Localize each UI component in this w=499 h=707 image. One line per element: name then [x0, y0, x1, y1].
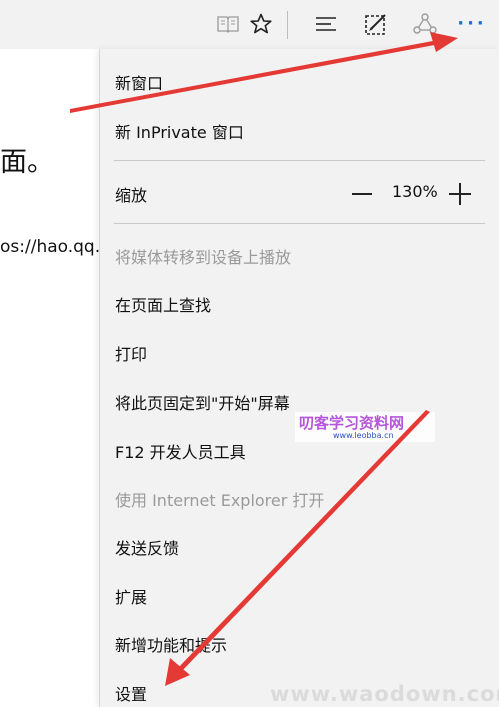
- browser-toolbar: ···: [0, 0, 499, 49]
- page-heading-fragment: 面。: [0, 147, 54, 178]
- more-actions-menu: 新窗口 新 InPrivate 窗口 缩放 130% 将媒体转移到设备上播放 在…: [99, 49, 499, 707]
- web-note-icon[interactable]: [360, 8, 392, 40]
- more-icon: ···: [457, 13, 487, 34]
- menu-item-cast-media: 将媒体转移到设备上播放: [115, 248, 292, 267]
- watermark-main-text: 叨客学习资料网: [299, 414, 405, 432]
- zoom-in-button[interactable]: [449, 183, 471, 205]
- menu-item-find-on-page[interactable]: 在页面上查找: [115, 292, 211, 316]
- menu-divider: [114, 160, 485, 161]
- favorite-star-icon[interactable]: [245, 8, 277, 40]
- toolbar-separator: [287, 11, 288, 39]
- menu-item-pin-to-start[interactable]: 将此页固定到"开始"屏幕: [115, 390, 290, 414]
- hub-icon[interactable]: [310, 8, 342, 40]
- more-button[interactable]: ···: [456, 8, 488, 40]
- menu-item-whats-new[interactable]: 新增功能和提示: [115, 632, 227, 656]
- watermark-url-text: www.leobba.cn: [333, 431, 394, 440]
- menu-item-f12-developer-tools[interactable]: F12 开发人员工具: [115, 439, 246, 463]
- menu-item-open-with-ie: 使用 Internet Explorer 打开: [115, 491, 325, 510]
- watermark-bottom-text: www.waodown.com: [270, 682, 499, 706]
- watermark-badge: 叨客学习资料网 www.leobba.cn: [295, 412, 435, 442]
- page-url-fragment: os://hao.qq.c: [0, 237, 110, 257]
- zoom-level: 130%: [392, 182, 438, 201]
- zoom-out-button[interactable]: [352, 193, 372, 195]
- menu-item-settings[interactable]: 设置: [115, 681, 147, 705]
- menu-item-new-window[interactable]: 新窗口: [115, 70, 163, 94]
- share-icon[interactable]: [409, 8, 441, 40]
- menu-divider: [114, 223, 485, 224]
- reading-view-icon[interactable]: [212, 8, 244, 40]
- menu-item-new-inprivate-window[interactable]: 新 InPrivate 窗口: [115, 119, 244, 143]
- menu-item-print[interactable]: 打印: [115, 341, 147, 365]
- menu-item-extensions[interactable]: 扩展: [115, 584, 147, 608]
- zoom-label: 缩放: [115, 186, 148, 205]
- menu-item-send-feedback[interactable]: 发送反馈: [115, 535, 179, 559]
